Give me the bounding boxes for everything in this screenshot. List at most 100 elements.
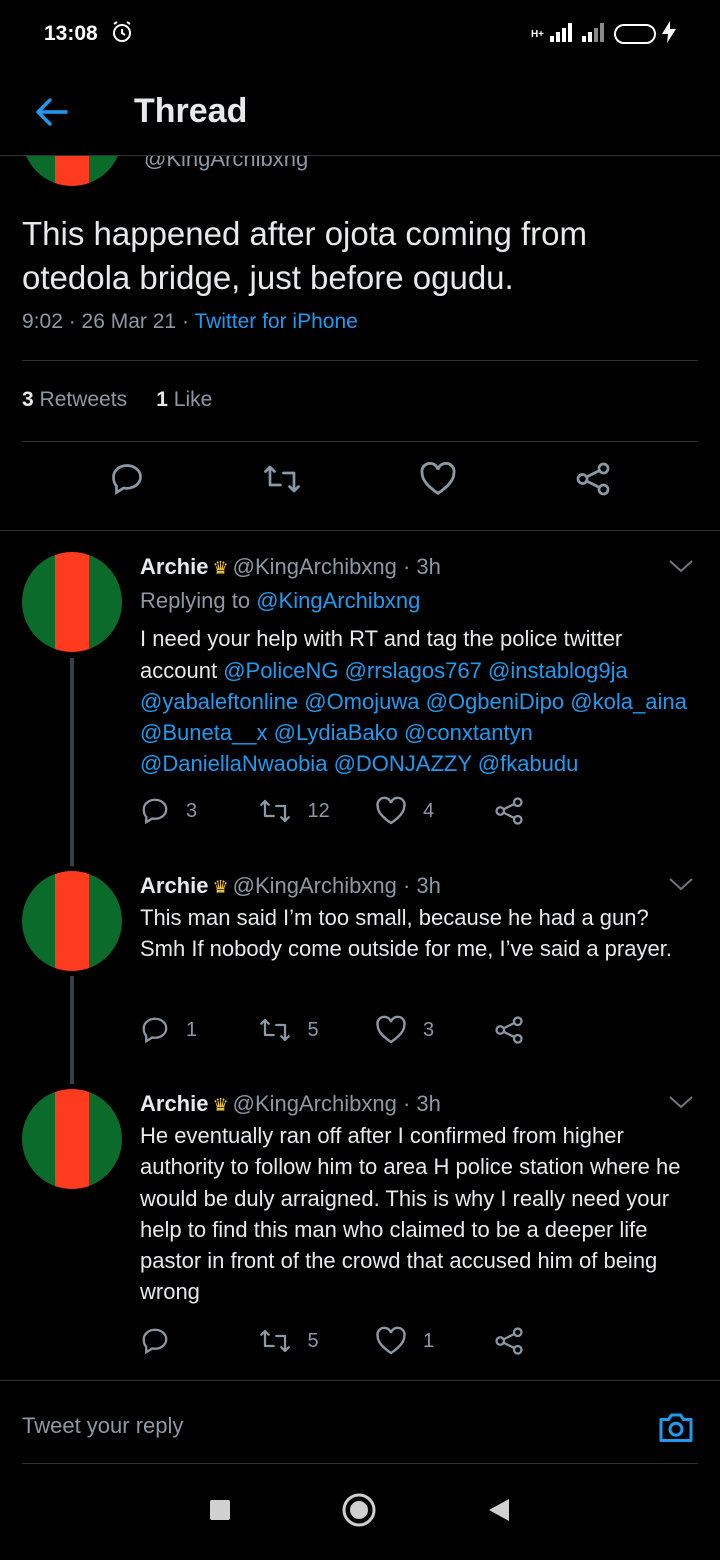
retweet-icon <box>259 1329 290 1353</box>
network-type: H+ <box>530 28 544 40</box>
tweet-age: 3h <box>416 873 441 898</box>
heart-icon <box>376 1326 406 1355</box>
author-name[interactable]: Archie <box>140 554 208 579</box>
share-button[interactable] <box>493 796 611 826</box>
author-name[interactable]: Archie <box>140 1091 208 1116</box>
more-options-button[interactable] <box>668 876 694 897</box>
like-count: 4 <box>423 799 435 822</box>
heart-icon <box>376 796 406 825</box>
reply-action-bar: 1 5 3 <box>140 1015 610 1045</box>
more-options-button[interactable] <box>668 558 694 579</box>
retweet-count: 5 <box>307 1329 319 1352</box>
tweet-action-bar <box>0 461 720 502</box>
mention-link[interactable]: @LydiaBako <box>274 720 398 745</box>
avatar[interactable] <box>22 1089 122 1189</box>
crown-icon: ♛ <box>212 1095 229 1115</box>
reply-text: This man said I’m too small, because he … <box>140 905 672 962</box>
recents-button[interactable] <box>209 1499 231 1526</box>
mention-link[interactable]: @instablog9ja <box>488 658 628 683</box>
mention-link[interactable]: @OgbeniDipo <box>426 689 565 714</box>
reply-action-bar: 5 1 <box>140 1326 610 1356</box>
reply-action-bar: 3 12 4 <box>140 796 610 826</box>
share-button[interactable] <box>493 1015 611 1045</box>
reply-text: Replying to @KingArchibxng I need your h… <box>140 585 700 780</box>
share-icon <box>494 797 523 825</box>
like-button[interactable] <box>419 461 457 502</box>
like-count: 3 <box>423 1018 435 1041</box>
camera-button[interactable] <box>656 1409 696 1450</box>
thread-connector <box>70 976 74 1084</box>
retweet-button[interactable]: 5 <box>258 1015 376 1045</box>
author-handle[interactable]: @KingArchibxng <box>233 1091 397 1116</box>
retweet-button[interactable]: 12 <box>258 796 376 826</box>
reply-header: Archie ♛ @KingArchibxng · 3h <box>140 554 441 579</box>
author-name[interactable]: Archie <box>140 873 208 898</box>
mention-link[interactable]: @yabaleftonline <box>140 689 298 714</box>
reply-button[interactable]: 1 <box>140 1015 258 1045</box>
tweet-age: 3h <box>416 1091 441 1116</box>
back-button[interactable] <box>0 97 104 127</box>
status-bar: 13:08 H+ 65 <box>0 0 720 68</box>
retweet-button[interactable] <box>262 461 302 502</box>
charging-icon <box>662 20 676 48</box>
author-handle[interactable]: @KingArchibxng <box>233 554 397 579</box>
heart-icon <box>376 1015 406 1044</box>
more-options-button[interactable] <box>668 1094 694 1115</box>
reply-icon <box>142 1328 168 1355</box>
tweet-age: 3h <box>416 554 441 579</box>
mention-link[interactable]: @DONJAZZY <box>334 751 472 776</box>
tweet-source[interactable]: Twitter for iPhone <box>194 310 357 333</box>
divider <box>0 530 720 531</box>
signal-icon-secondary <box>582 22 608 47</box>
share-button[interactable] <box>574 461 612 502</box>
battery-icon: 65 <box>614 24 656 44</box>
crown-icon: ♛ <box>212 558 229 578</box>
avatar[interactable] <box>22 871 122 971</box>
mention-link[interactable]: @conxtantyn <box>404 720 533 745</box>
like-button[interactable]: 3 <box>375 1015 493 1045</box>
mention-link[interactable]: @KingArchibxng <box>256 588 420 613</box>
chevron-down-icon <box>669 1096 693 1109</box>
back-arrow-icon <box>36 97 68 126</box>
thread-connector <box>70 658 74 866</box>
reply-header: Archie ♛ @KingArchibxng · 3h <box>140 873 441 898</box>
mention-link[interactable]: @Omojuwa <box>304 689 419 714</box>
share-button[interactable] <box>493 1326 611 1356</box>
mention-link[interactable]: @DaniellaNwaobia <box>140 751 327 776</box>
reply-button[interactable] <box>140 1326 258 1356</box>
retweet-button[interactable]: 5 <box>258 1326 376 1356</box>
mention-link[interactable]: @Buneta__x <box>140 720 268 745</box>
author-handle[interactable]: @KingArchibxng <box>233 873 397 898</box>
like-button[interactable]: 1 <box>375 1326 493 1356</box>
retweets-stat[interactable]: 3 Retweets <box>22 388 127 411</box>
chevron-down-icon <box>669 560 693 573</box>
system-nav-bar <box>0 1464 720 1560</box>
heart-icon <box>420 461 455 495</box>
like-count: 1 <box>423 1329 435 1352</box>
home-button[interactable] <box>341 1492 377 1533</box>
reply-text: He eventually ran off after I confirmed … <box>140 1123 681 1305</box>
reply-input[interactable]: Tweet your reply <box>22 1413 183 1439</box>
reply-composer: Tweet your reply <box>0 1380 720 1464</box>
likes-stat[interactable]: 1 Like <box>156 388 212 411</box>
back-nav-button[interactable] <box>487 1497 511 1528</box>
avatar[interactable] <box>22 552 122 652</box>
square-icon <box>210 1499 230 1520</box>
battery-percent: 65 <box>640 27 654 41</box>
reply-icon <box>111 464 142 495</box>
mention-link[interactable]: @PoliceNG <box>223 658 338 683</box>
mention-link[interactable]: @fkabudu <box>478 751 579 776</box>
tweet-date: 26 Mar 21 <box>81 310 177 333</box>
reply-button[interactable] <box>109 461 145 502</box>
reply-count: 1 <box>186 1018 198 1041</box>
reply-icon <box>142 1017 168 1044</box>
mention-link[interactable]: @kola_aina <box>570 689 687 714</box>
reply-button[interactable]: 3 <box>140 796 258 826</box>
like-button[interactable]: 4 <box>375 796 493 826</box>
page-title: Thread <box>134 92 248 130</box>
retweet-icon <box>259 799 290 823</box>
signal-icon <box>550 22 576 47</box>
retweet-icon <box>259 1018 290 1042</box>
share-icon <box>576 462 609 496</box>
mention-link[interactable]: @rrslagos767 <box>345 658 482 683</box>
